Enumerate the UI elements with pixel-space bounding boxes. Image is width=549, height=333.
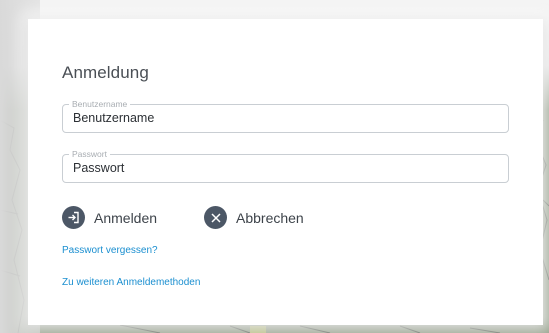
- password-label: Passwort: [69, 149, 110, 160]
- cancel-button[interactable]: Abbrechen: [204, 206, 304, 229]
- password-field[interactable]: Passwort: [62, 149, 509, 183]
- cancel-button-label: Abbrechen: [236, 209, 304, 226]
- more-login-methods-link[interactable]: Zu weiteren Anmeldemethoden: [62, 277, 200, 288]
- login-icon: [62, 206, 85, 229]
- dialog-title: Anmeldung: [62, 63, 149, 82]
- username-field[interactable]: Benutzername: [62, 99, 509, 133]
- username-label: Benutzername: [69, 99, 131, 110]
- close-icon: [204, 206, 227, 229]
- forgot-password-link[interactable]: Passwort vergessen?: [62, 245, 158, 256]
- login-dialog: Anmeldung Benutzername Passwort Anmelden: [28, 19, 543, 325]
- login-button[interactable]: Anmelden: [62, 206, 157, 229]
- password-input[interactable]: [73, 161, 493, 175]
- username-input[interactable]: [73, 111, 493, 125]
- login-button-label: Anmelden: [94, 209, 158, 226]
